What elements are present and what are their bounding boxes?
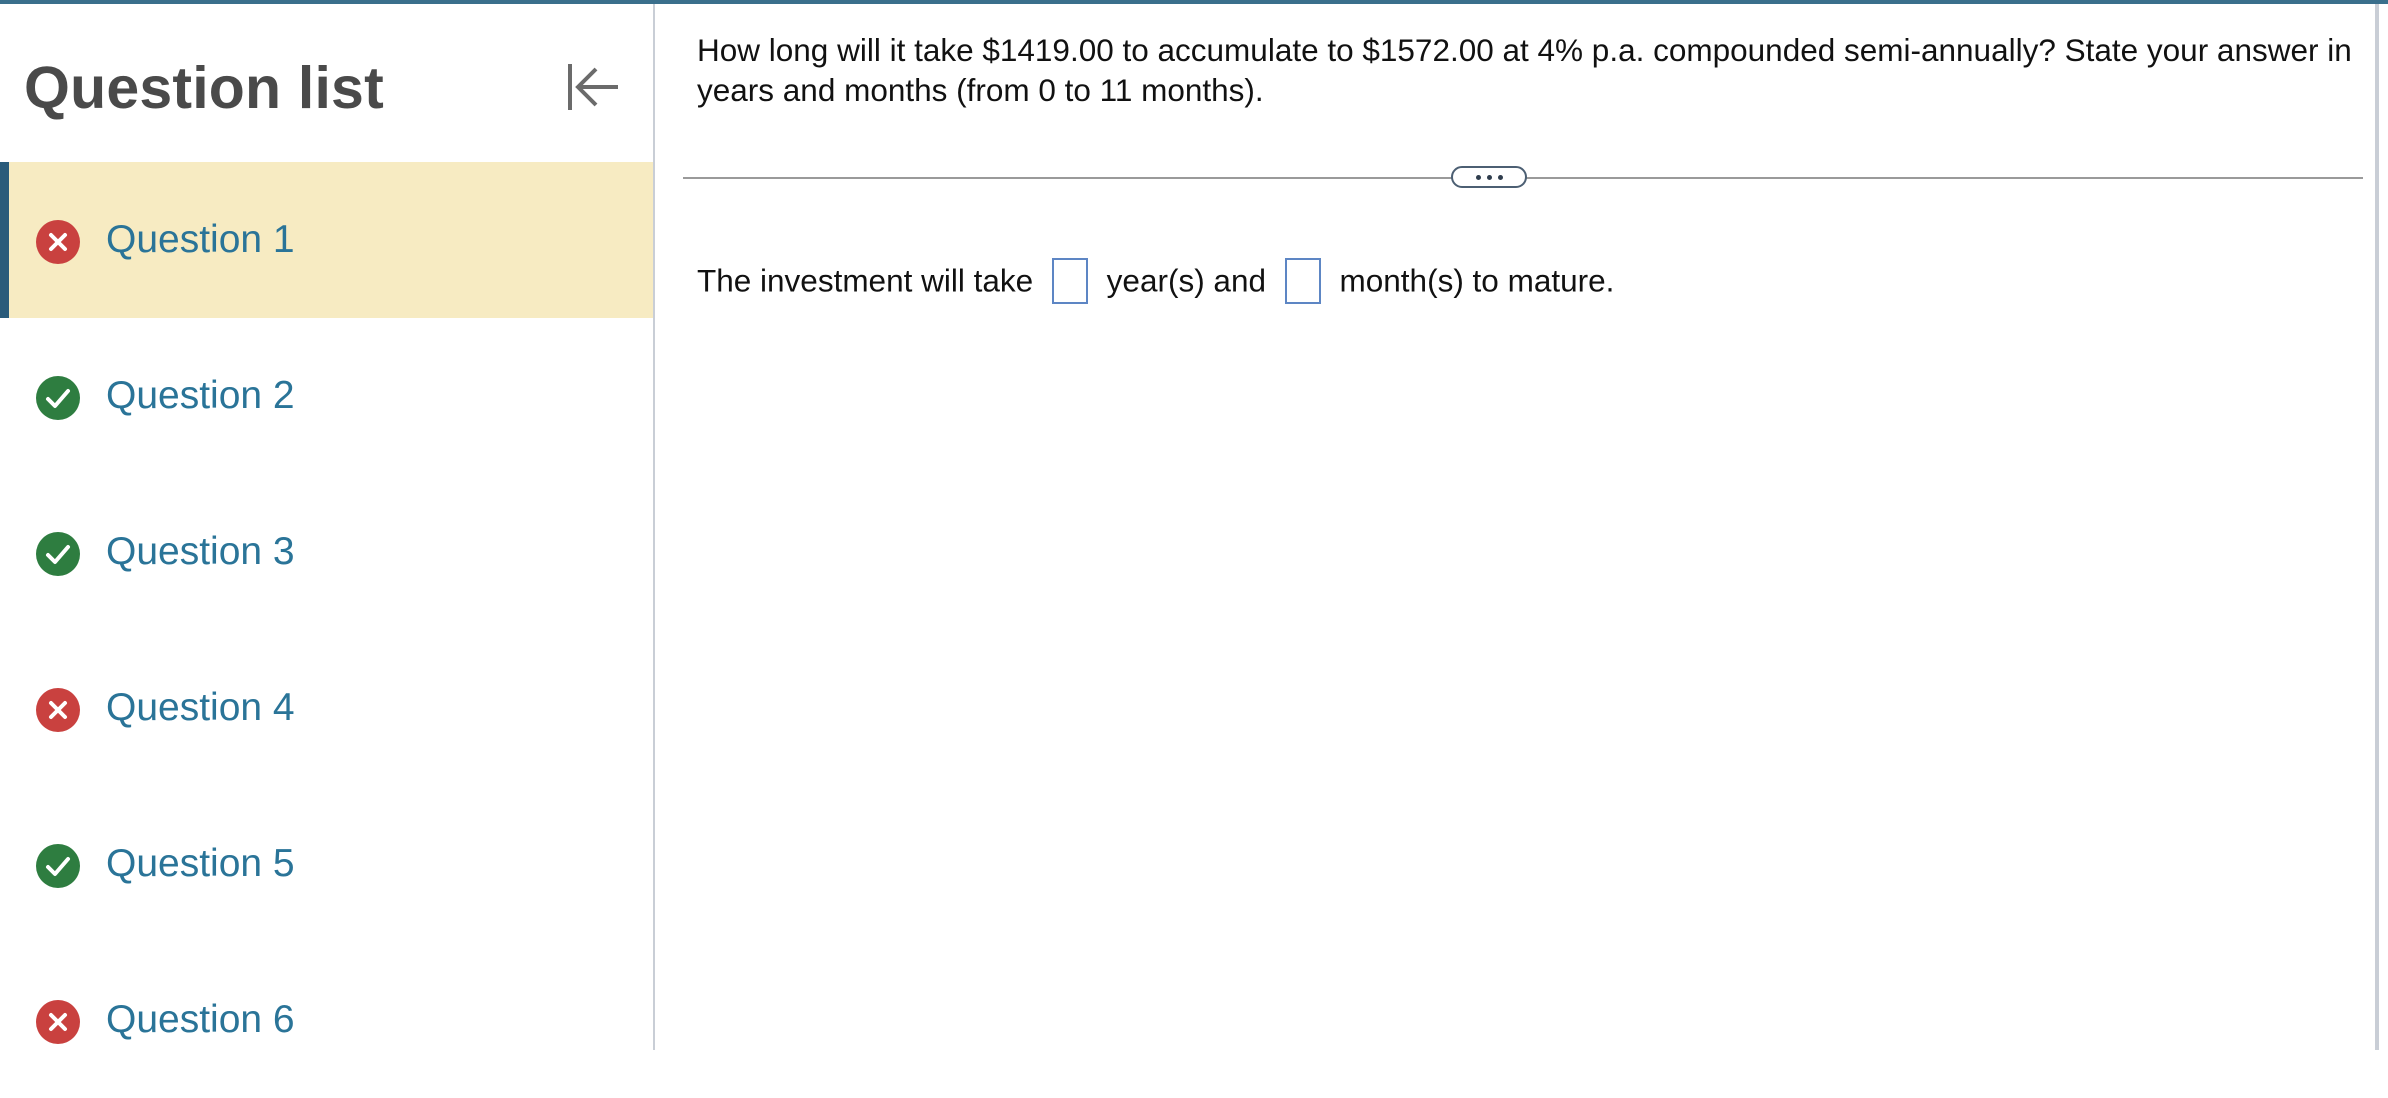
question-list-item[interactable]: Question 2 — [0, 318, 653, 474]
question-panel: How long will it take $1419.00 to accumu… — [657, 4, 2370, 1050]
check-circle-icon — [36, 376, 80, 420]
answer-text-3: month(s) to mature. — [1339, 262, 1615, 299]
expand-button[interactable] — [1451, 166, 1527, 188]
check-circle-icon — [36, 532, 80, 576]
more-dots-icon — [1475, 175, 1481, 180]
check-circle-icon — [36, 844, 80, 888]
question-list-item-label: Question 4 — [106, 686, 295, 729]
question-list-item-label: Question 6 — [106, 998, 295, 1041]
dot — [1486, 175, 1492, 180]
answer-text-1: The investment will take — [697, 262, 1034, 299]
x-circle-icon — [36, 1000, 80, 1044]
collapse-sidebar-button[interactable] — [560, 54, 626, 120]
x-circle-icon — [36, 220, 80, 264]
question-prompt: How long will it take $1419.00 to accumu… — [697, 32, 2352, 108]
sidebar-title: Question list — [24, 55, 384, 121]
question-list-item-label: Question 5 — [106, 842, 295, 885]
answer-sentence: The investment will take year(s) and mon… — [697, 252, 1614, 307]
question-list: Question 1 Question 2 Question 3 Question 4… — [0, 162, 653, 1098]
question-list-sidebar: Question list Question 1 Question 2 Questi… — [0, 4, 655, 1050]
sidebar-header: Question list — [0, 4, 653, 162]
collapse-left-icon — [568, 64, 618, 110]
months-input[interactable] — [1284, 257, 1321, 304]
question-list-item[interactable]: Question 5 — [0, 786, 653, 942]
question-list-item[interactable]: Question 1 — [0, 162, 653, 318]
question-list-item[interactable]: Question 6 — [0, 942, 653, 1098]
question-list-item-label: Question 2 — [106, 374, 295, 417]
answer-text-2: year(s) and — [1106, 262, 1266, 299]
question-list-item[interactable]: Question 4 — [0, 630, 653, 786]
dot — [1497, 175, 1503, 180]
x-circle-icon — [36, 688, 80, 732]
question-list-item[interactable]: Question 3 — [0, 474, 653, 630]
question-list-item-label: Question 3 — [106, 530, 295, 573]
years-input[interactable] — [1051, 257, 1088, 304]
question-list-item-label: Question 1 — [106, 218, 295, 261]
scrollbar[interactable] — [2375, 4, 2379, 1050]
